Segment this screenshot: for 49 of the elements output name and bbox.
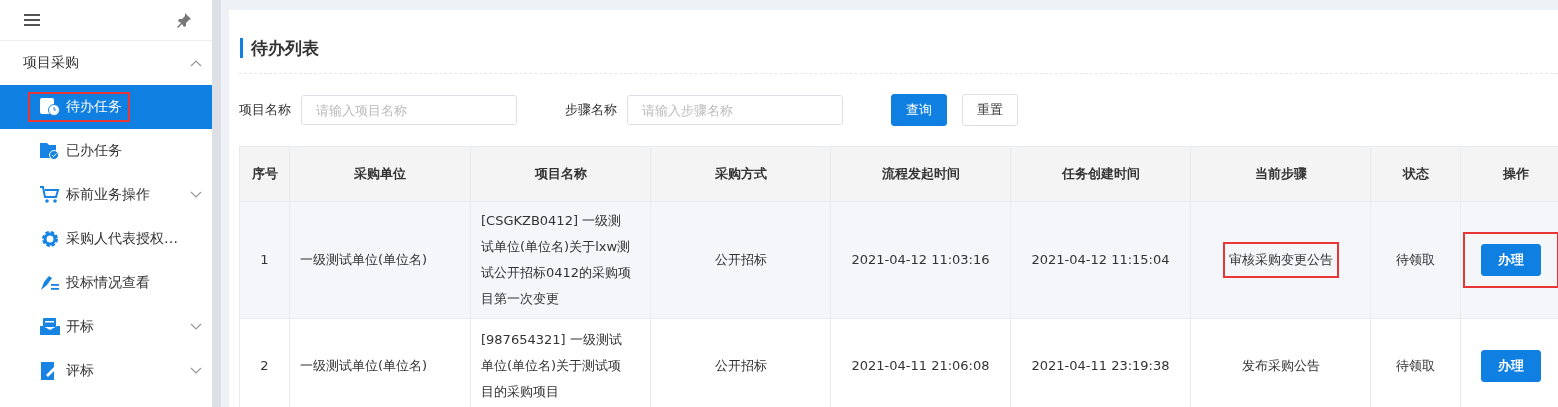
field-label: 项目名称 — [239, 101, 291, 119]
menu-item[interactable]: 评标 — [0, 349, 212, 393]
chevron-icon — [190, 323, 202, 331]
menu-item[interactable]: 开标 — [0, 305, 212, 349]
menu-item[interactable]: 待办任务 — [0, 85, 212, 129]
menu-item[interactable]: 已办任务 — [0, 129, 212, 173]
pin-icon[interactable] — [176, 12, 192, 28]
menu-icon[interactable] — [24, 14, 40, 26]
chevron-icon — [190, 191, 202, 199]
gear-icon — [40, 230, 60, 248]
table-cell: [CSGKZB0412] 一级测试单位(单位名)关于lxw测试公开招标0412的采购项目第一次变更 — [470, 201, 651, 319]
input-field[interactable]: 请输入项目名称 — [301, 95, 517, 125]
menu-item[interactable]: 标前业务操作 — [0, 173, 212, 217]
folder-check-icon — [40, 142, 60, 160]
menu-group[interactable]: 项目采购 — [0, 41, 212, 85]
menu-item[interactable]: 投标情况查看 — [0, 261, 212, 305]
column-header: 序号 — [239, 146, 290, 202]
table-cell: 2 — [239, 318, 290, 407]
panel-title: 待办列表 — [239, 10, 1558, 74]
column-header: 流程发起时间 — [830, 146, 1011, 202]
chevron-icon — [190, 367, 202, 375]
pen-list-icon — [40, 274, 60, 292]
table-cell: 2021-04-12 11:03:16 — [830, 201, 1011, 319]
table-cell: 待领取 — [1370, 201, 1461, 319]
table-cell-text: 发布采购公告 — [1240, 357, 1321, 375]
handle-button[interactable]: 办理 — [1481, 350, 1541, 382]
handle-button[interactable]: 办理 — [1481, 244, 1541, 276]
column-header: 采购方式 — [650, 146, 831, 202]
reset-button[interactable]: 重置 — [962, 94, 1018, 126]
input-field[interactable]: 请输入步骤名称 — [627, 95, 843, 125]
column-header: 状态 — [1370, 146, 1461, 202]
table-cell: 一级测试单位(单位名) — [289, 201, 471, 319]
column-header: 操作 — [1460, 146, 1558, 202]
menu-item[interactable]: 采购人代表授权… — [0, 217, 212, 261]
column-header: 任务创建时间 — [1010, 146, 1191, 202]
column-header: 当前步骤 — [1190, 146, 1371, 202]
calendar-clock-icon — [40, 98, 60, 116]
scrollbar[interactable] — [212, 0, 221, 407]
table-cell: 2021-04-12 11:15:04 — [1010, 201, 1191, 319]
table-cell: 公开招标 — [650, 201, 831, 319]
cart-icon — [40, 186, 60, 204]
table-cell: 1 — [239, 201, 290, 319]
column-header: 采购单位 — [289, 146, 471, 202]
table-cell: 审核采购变更公告 — [1222, 242, 1339, 278]
inbox-icon — [40, 318, 60, 336]
column-header: 项目名称 — [470, 146, 651, 202]
chevron-icon — [190, 59, 202, 67]
field-label: 步骤名称 — [565, 101, 617, 119]
search-button[interactable]: 查询 — [891, 94, 947, 126]
